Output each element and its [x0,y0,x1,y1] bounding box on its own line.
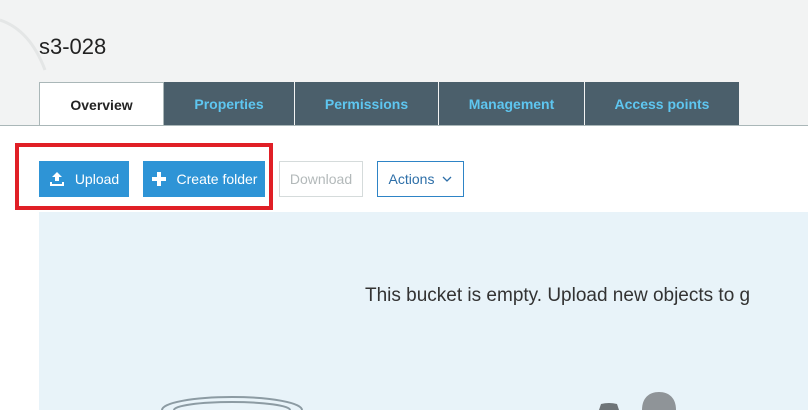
tab-management[interactable]: Management [439,82,585,125]
tab-properties[interactable]: Properties [164,82,295,125]
tab-label: Properties [194,95,264,112]
s3-bucket-page: s3-028 Overview Properties Permissions M… [0,0,808,410]
download-button[interactable]: Download [279,161,363,197]
empty-bucket-area: This bucket is empty. Upload new objects… [39,212,808,410]
tab-label: Permissions [324,95,409,112]
tab-access-points[interactable]: Access points [585,82,740,125]
tab-label: Access points [614,95,710,112]
tab-label: Overview [70,96,133,113]
tab-permissions[interactable]: Permissions [295,82,439,125]
actions-dropdown-label: Actions [388,171,435,187]
actions-dropdown[interactable]: Actions [377,161,464,197]
highlight-annotation [15,143,273,210]
empty-bucket-illustration [161,392,676,410]
tab-overview[interactable]: Overview [39,82,164,126]
chevron-down-icon [442,176,452,182]
bucket-name-title: s3-028 [39,34,107,59]
tab-label: Management [468,95,555,112]
tab-bar: Overview Properties Permissions Manageme… [39,82,740,126]
download-button-label: Download [289,171,353,187]
